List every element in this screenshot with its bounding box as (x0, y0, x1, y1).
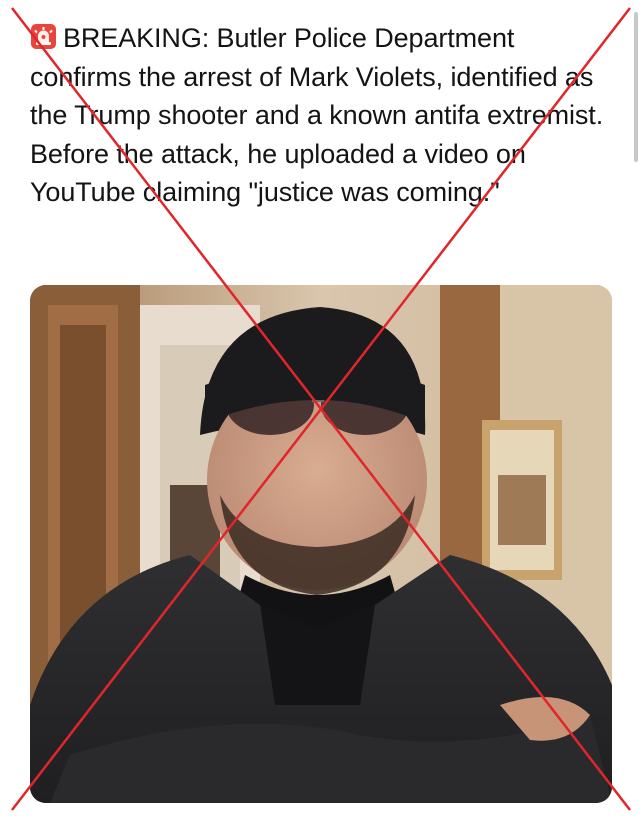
rotating-light-icon (30, 22, 57, 49)
post: BREAKING: Butler Police Department confi… (0, 0, 642, 822)
post-text-block: BREAKING: Butler Police Department confi… (30, 19, 615, 212)
post-text: BREAKING: Butler Police Department confi… (30, 23, 604, 207)
scrollbar[interactable] (634, 12, 638, 162)
post-photo[interactable] (30, 285, 612, 803)
